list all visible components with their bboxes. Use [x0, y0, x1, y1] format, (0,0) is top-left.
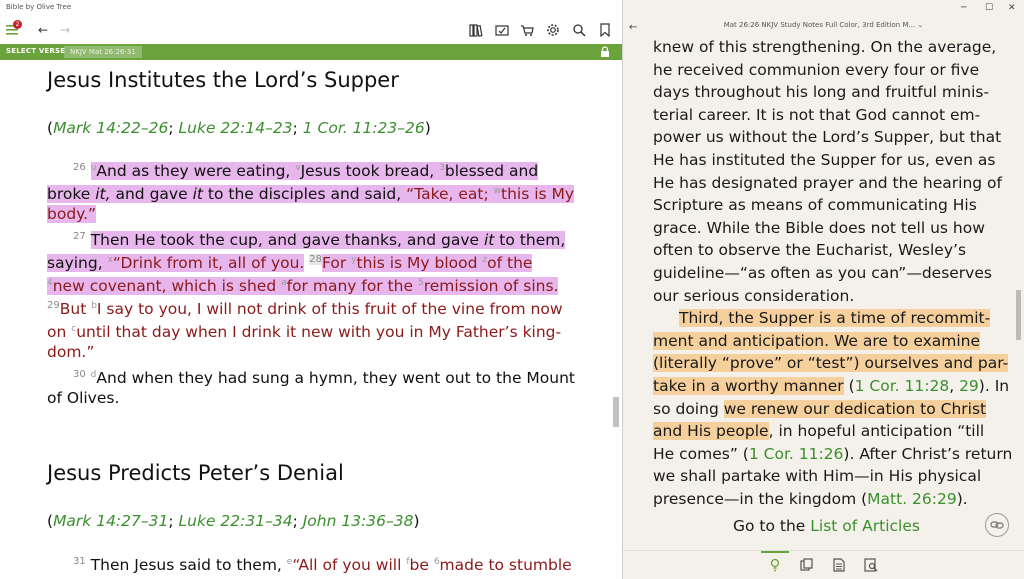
- scripture-link[interactable]: 1 Cor. 11:28: [855, 377, 950, 395]
- bible-scrollbar-thumb[interactable]: [613, 397, 619, 427]
- arrow-left-icon: ←: [37, 23, 49, 37]
- bookmark-icon: [600, 23, 610, 37]
- minimize-button[interactable]: ─: [961, 3, 966, 13]
- notes-line: he received communion every four or five: [653, 60, 980, 79]
- notes-line: He has designated prayer and the hearing…: [653, 173, 1002, 192]
- store-button[interactable]: [518, 21, 536, 39]
- back-button[interactable]: ←: [34, 21, 52, 39]
- notes-line: guideline—“as often as you can”—deserves: [653, 264, 992, 282]
- verse-number[interactable]: 29: [47, 300, 60, 311]
- toolbar: 2 ← →: [0, 16, 623, 44]
- notes-line: He comes” (1 Cor. 11:26). After Christ’s…: [653, 444, 1013, 463]
- verse-number[interactable]: 30: [73, 369, 86, 380]
- scripture-link[interactable]: Matt. 26:29: [867, 490, 957, 508]
- verse-line[interactable]: on cuntil that day when I drink it new w…: [47, 318, 561, 341]
- verse-number[interactable]: 28: [309, 254, 323, 265]
- search-document-icon[interactable]: [864, 558, 878, 572]
- notes-line: take in a worthy manner (1 Cor. 11:28, 2…: [653, 377, 1010, 395]
- verse-line[interactable]: broke it, and gave it to the disciples a…: [47, 180, 575, 204]
- link-icon: [990, 521, 1004, 529]
- checklist-icon: [495, 24, 509, 36]
- notes-line: so doing we renew our dedication to Chri…: [653, 399, 987, 418]
- verse-line[interactable]: 4new covenant, which is shed afor many f…: [47, 272, 559, 296]
- scripture-link[interactable]: 29: [959, 377, 979, 395]
- library-button[interactable]: [467, 21, 485, 39]
- notes-scrollbar-thumb[interactable]: [1016, 290, 1021, 340]
- verse-line[interactable]: 31 Then Jesus said to them, e“All of you…: [73, 551, 572, 574]
- verse-line[interactable]: 26 uAnd as they were eating, vJesus took…: [73, 157, 539, 181]
- list-of-articles-link[interactable]: List of Articles: [810, 517, 920, 535]
- window-title: Bible by Olive Tree: [6, 3, 72, 11]
- close-button[interactable]: ✕: [1008, 3, 1016, 13]
- verse-number[interactable]: 31: [73, 556, 86, 567]
- search-button[interactable]: [570, 21, 588, 39]
- notes-line: our serious consideration.: [653, 286, 855, 305]
- notes-line: He has instituted the Supper for us, eve…: [653, 151, 996, 169]
- xref-link[interactable]: Luke 22:31–34: [179, 512, 293, 530]
- select-verse-bar: SELECT VERSE NKJV Mat 26:26-31: [0, 44, 623, 60]
- bible-pane: Bible by Olive Tree 2 ← → SELECT VERSE N…: [0, 0, 623, 579]
- maximize-button[interactable]: ☐: [985, 3, 993, 13]
- notes-line: and His people, in hopeful anticipation …: [653, 422, 985, 441]
- verse-number[interactable]: 27: [73, 231, 86, 242]
- cross-references: (Mark 14:27–31; Luke 22:31–34; John 13:3…: [47, 512, 420, 530]
- notes-line: presence—in the kingdom (Matt. 26:29).: [653, 490, 968, 508]
- cross-references: (Mark 14:22–26; Luke 22:14–23; 1 Cor. 11…: [47, 119, 431, 137]
- verse-number[interactable]: 26: [73, 162, 86, 173]
- forward-button[interactable]: →: [56, 21, 74, 39]
- notes-line: knew of this strengthening. On the avera…: [653, 38, 997, 56]
- footnote-marker[interactable]: w: [494, 186, 501, 196]
- search-icon: [573, 24, 586, 37]
- chevron-down-icon: ⌄: [917, 21, 924, 29]
- lightbulb-icon[interactable]: [768, 558, 782, 572]
- select-verse-button[interactable]: SELECT VERSE: [6, 47, 65, 55]
- notes-line: grace. While the Bible does not tell us …: [653, 218, 985, 237]
- notes-line: Third, the Supper is a time of recommit-: [679, 309, 991, 328]
- goto-line: Go to the List of Articles: [733, 517, 920, 535]
- xref-link[interactable]: 1 Cor. 11:23–26: [303, 119, 425, 137]
- cart-icon: [521, 24, 534, 36]
- notes-bottom-bar: [623, 550, 1024, 579]
- section-heading: Jesus Predicts Peter’s Denial: [47, 461, 344, 485]
- document-icon[interactable]: [832, 558, 846, 572]
- library-icon: [469, 23, 483, 37]
- gear-icon: [547, 24, 559, 36]
- active-tab-indicator: [761, 551, 789, 553]
- section-heading: Jesus Institutes the Lord’s Supper: [47, 68, 399, 92]
- verse-line[interactable]: 29But bI say to you, I will not drink of…: [47, 295, 563, 318]
- verse-line[interactable]: of Olives.: [47, 387, 119, 409]
- lock-icon[interactable]: [599, 46, 611, 58]
- notes-line: terial career. It is not that God cannot…: [653, 105, 981, 124]
- notes-line: ment and anticipation. We are to examine: [653, 331, 981, 350]
- xref-link[interactable]: John 13:36–38: [303, 512, 414, 530]
- settings-button[interactable]: [544, 21, 562, 39]
- verse-line[interactable]: saying, x“Drink from it, all of you. 28F…: [47, 249, 533, 273]
- reference-chip[interactable]: NKJV Mat 26:26-31: [64, 46, 142, 58]
- notes-line: often to observe the Eucharist, Wesley’s: [653, 241, 967, 260]
- notes-line: power us without the Lord’s Supper, but …: [653, 128, 1002, 147]
- link-panes-button[interactable]: [985, 513, 1009, 537]
- notes-title-dropdown[interactable]: Mat 26:26 NKJV Study Notes Full Color, 3…: [623, 21, 1024, 29]
- verse-line[interactable]: 27 Then He took the cup, and gave thanks…: [73, 226, 566, 250]
- scripture-link[interactable]: 1 Cor. 11:26: [749, 445, 844, 463]
- arrow-right-icon: →: [59, 23, 71, 37]
- xref-link[interactable]: Luke 22:14–23: [179, 119, 293, 137]
- xref-link[interactable]: Mark 14:27–31: [53, 512, 168, 530]
- xref-link[interactable]: Mark 14:22–26: [53, 119, 168, 137]
- notification-badge: 2: [13, 20, 22, 29]
- verse-line[interactable]: dom.”: [47, 341, 94, 363]
- bookmark-button[interactable]: [596, 21, 614, 39]
- study-notes-pane: ─ ☐ ✕ ← Mat 26:26 NKJV Study Notes Full …: [623, 0, 1024, 579]
- notes-line: (literally “prove” or “test”) ourselves …: [653, 354, 1009, 373]
- tasks-button[interactable]: [493, 21, 511, 39]
- resources-icon[interactable]: [800, 558, 814, 572]
- notes-line: Scripture as means of communicating His: [653, 196, 977, 215]
- notes-line: we shall partake with Him—in His physica…: [653, 467, 982, 486]
- verse-line[interactable]: body.”: [47, 203, 97, 225]
- notes-line: days throughout his long and fruitful mi…: [653, 83, 990, 102]
- verse-line[interactable]: 30 dAnd when they had sung a hymn, they …: [73, 364, 575, 387]
